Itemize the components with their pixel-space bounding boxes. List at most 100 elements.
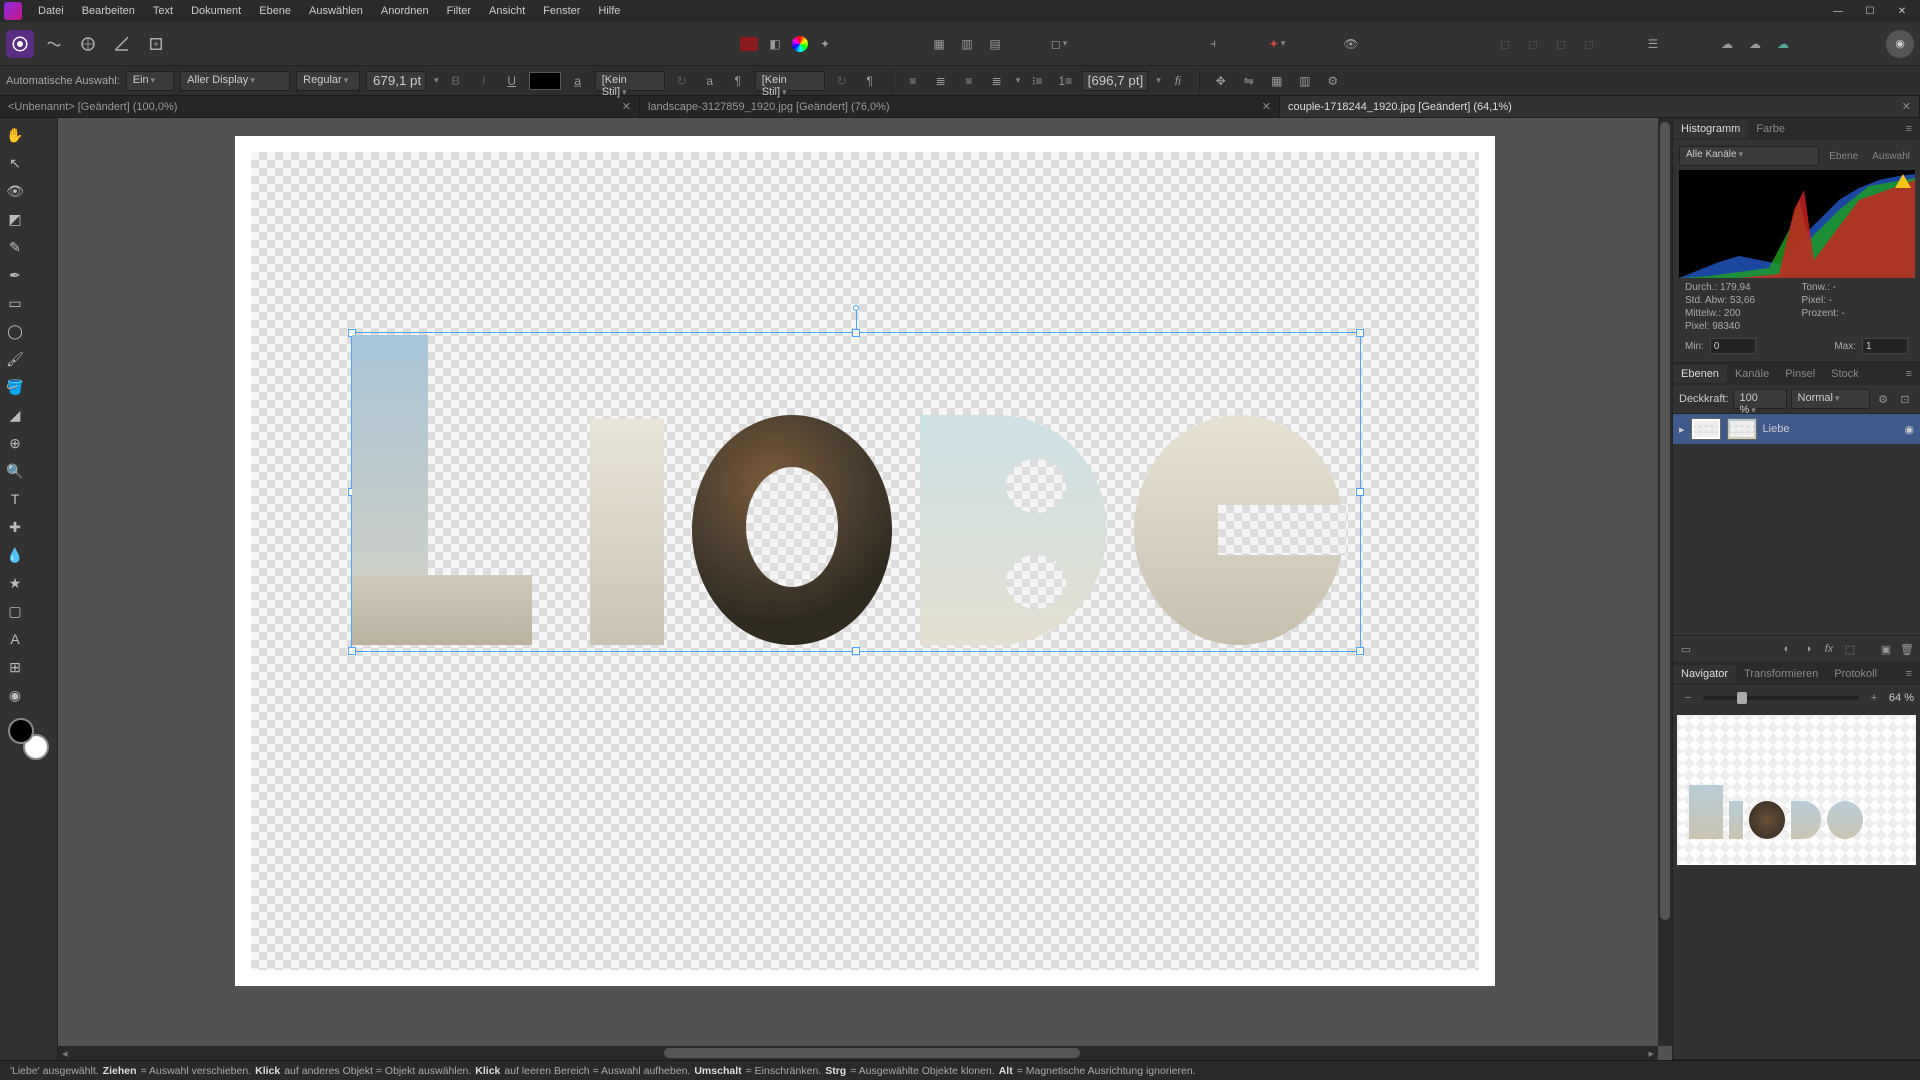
arrange-dropdown[interactable]: ◻▾ bbox=[1048, 33, 1070, 55]
swatch-red[interactable] bbox=[740, 37, 758, 51]
expand-icon[interactable]: ▸ bbox=[1679, 423, 1685, 436]
picker-tool[interactable]: ◉ bbox=[2, 682, 28, 708]
menu-fenster[interactable]: Fenster bbox=[535, 2, 588, 20]
crop-tool[interactable]: ◩ bbox=[2, 206, 28, 232]
account-avatar[interactable]: ◉ bbox=[1886, 30, 1914, 58]
cloud3-icon[interactable]: ☁ bbox=[1772, 33, 1794, 55]
menu-anordnen[interactable]: Anordnen bbox=[373, 2, 437, 20]
pencil-tool[interactable]: ✎ bbox=[2, 234, 28, 260]
menu-text[interactable]: Text bbox=[145, 2, 181, 20]
layer-lock-icon[interactable]: ⊡ bbox=[1896, 390, 1914, 408]
persona-tone[interactable] bbox=[108, 30, 136, 58]
hist-selection-button[interactable]: Auswahl bbox=[1868, 149, 1914, 164]
clone-tool[interactable]: ⊕ bbox=[2, 430, 28, 456]
text-color-swatch[interactable] bbox=[529, 72, 561, 90]
panel-menu-icon[interactable]: ≡ bbox=[1898, 365, 1920, 383]
cloud2-icon[interactable]: ☁ bbox=[1744, 33, 1766, 55]
align-center-icon[interactable]: ≣ bbox=[930, 70, 952, 92]
persona-liquify[interactable] bbox=[40, 30, 68, 58]
zoom-out-button[interactable]: − bbox=[1679, 689, 1697, 707]
para-update-icon[interactable]: ↻ bbox=[831, 70, 853, 92]
style-update-icon[interactable]: ↻ bbox=[671, 70, 693, 92]
shape-star-tool[interactable]: ★ bbox=[2, 570, 28, 596]
char-panel-icon[interactable]: a̲ bbox=[567, 70, 589, 92]
document-tab-2[interactable]: couple-1718244_1920.jpg [Geändert] (64,1… bbox=[1280, 96, 1920, 117]
align-justify-icon[interactable]: ≣ bbox=[986, 70, 1008, 92]
color-wheel-icon[interactable] bbox=[792, 36, 808, 52]
canvas-area[interactable]: ◂▸ bbox=[58, 118, 1672, 1060]
align-icon[interactable]: ⫞ bbox=[1202, 33, 1224, 55]
menu-ansicht[interactable]: Ansicht bbox=[481, 2, 533, 20]
hist-min-input[interactable] bbox=[1710, 338, 1756, 354]
hist-max-input[interactable] bbox=[1862, 338, 1908, 354]
tab-layers[interactable]: Ebenen bbox=[1673, 365, 1727, 383]
panel-menu-icon[interactable]: ≡ bbox=[1898, 120, 1920, 138]
fill-tool[interactable]: 🪣 bbox=[2, 374, 28, 400]
zoom-slider[interactable] bbox=[1703, 696, 1859, 700]
persona-develop[interactable] bbox=[74, 30, 102, 58]
menu-ebene[interactable]: Ebene bbox=[251, 2, 299, 20]
close-icon[interactable]: ✕ bbox=[622, 100, 631, 113]
document-tab-0[interactable]: <Unbenannt> [Geändert] (100,0%) ✕ bbox=[0, 96, 640, 117]
persona-photo[interactable] bbox=[6, 30, 34, 58]
cloud1-icon[interactable]: ☁ bbox=[1716, 33, 1738, 55]
grid2-icon[interactable]: ▥ bbox=[956, 33, 978, 55]
tab-navigator[interactable]: Navigator bbox=[1673, 665, 1736, 683]
gradient-tool[interactable]: ◢ bbox=[2, 402, 28, 428]
menu-datei[interactable]: Datei bbox=[30, 2, 72, 20]
add-layer-icon[interactable]: ▣ bbox=[1877, 640, 1895, 658]
close-icon[interactable]: ✕ bbox=[1902, 100, 1911, 113]
menu-hilfe[interactable]: Hilfe bbox=[590, 2, 628, 20]
zoom-tool[interactable]: 🔍 bbox=[2, 458, 28, 484]
transform-move-icon[interactable]: ✥ bbox=[1210, 70, 1232, 92]
char-style-dropdown[interactable]: [Kein Stil]▾ bbox=[595, 71, 665, 91]
transform-flip-icon[interactable]: ⇋ bbox=[1238, 70, 1260, 92]
adjustment-icon[interactable]: ◑ bbox=[1799, 640, 1817, 658]
navigator-preview[interactable] bbox=[1677, 715, 1916, 865]
window-close[interactable]: ✕ bbox=[1888, 2, 1916, 20]
underline-button[interactable]: U bbox=[501, 70, 523, 92]
transform-grid-icon[interactable]: ▦ bbox=[1266, 70, 1288, 92]
font-weight-dropdown[interactable]: Regular▾ bbox=[296, 71, 360, 91]
wand-icon[interactable]: ✦ bbox=[814, 33, 836, 55]
visibility-icon[interactable]: ◉ bbox=[1904, 423, 1914, 436]
text-tool[interactable]: T bbox=[2, 486, 28, 512]
mask-icon[interactable]: ◐ bbox=[1778, 640, 1796, 658]
close-icon[interactable]: ✕ bbox=[1262, 100, 1271, 113]
paragraph-icon[interactable]: ¶ bbox=[727, 70, 749, 92]
blur-tool[interactable]: 💧 bbox=[2, 542, 28, 568]
fx-icon[interactable]: fx bbox=[1820, 640, 1838, 658]
edit-all-icon[interactable]: ▭ bbox=[1677, 640, 1695, 658]
zoom-in-button[interactable]: + bbox=[1865, 689, 1883, 707]
tab-history[interactable]: Protokoll bbox=[1826, 665, 1885, 683]
menu-filter[interactable]: Filter bbox=[439, 2, 479, 20]
font-family-dropdown[interactable]: Aller Display▾ bbox=[180, 71, 290, 91]
vertical-scrollbar[interactable] bbox=[1658, 118, 1672, 1046]
opacity-input[interactable]: 100 %▾ bbox=[1733, 389, 1787, 409]
tab-stock[interactable]: Stock bbox=[1823, 365, 1867, 383]
menu-dokument[interactable]: Dokument bbox=[183, 2, 249, 20]
rect-select-tool[interactable]: ▭ bbox=[2, 290, 28, 316]
lasso-tool[interactable]: ◯ bbox=[2, 318, 28, 344]
color-selector[interactable] bbox=[8, 718, 49, 760]
tab-brushes[interactable]: Pinsel bbox=[1777, 365, 1823, 383]
preview-icon[interactable]: 👁 bbox=[1340, 33, 1362, 55]
menu-bearbeiten[interactable]: Bearbeiten bbox=[74, 2, 143, 20]
window-minimize[interactable]: — bbox=[1824, 2, 1852, 20]
layer-row[interactable]: ▸ Liebe ◉ bbox=[1673, 414, 1920, 444]
grid3-icon[interactable]: ▤ bbox=[984, 33, 1006, 55]
font-size-input[interactable] bbox=[366, 71, 426, 91]
panel-menu-icon[interactable]: ≡ bbox=[1898, 665, 1920, 683]
persona-export[interactable] bbox=[142, 30, 170, 58]
align-right-icon[interactable]: ≡ bbox=[958, 70, 980, 92]
leading-input[interactable] bbox=[1082, 71, 1148, 91]
foreground-color[interactable] bbox=[8, 718, 34, 744]
view-tool[interactable]: 👁 bbox=[2, 178, 28, 204]
eraser-icon[interactable]: ◧ bbox=[764, 33, 786, 55]
selection-bounds[interactable] bbox=[351, 332, 1361, 652]
brush-tool[interactable]: 🖌 bbox=[2, 346, 28, 372]
tab-transform[interactable]: Transformieren bbox=[1736, 665, 1826, 683]
list-number-icon[interactable]: 1≡ bbox=[1054, 70, 1076, 92]
mesh-tool[interactable]: ⊞ bbox=[2, 654, 28, 680]
align-left-icon[interactable]: ≡ bbox=[902, 70, 924, 92]
